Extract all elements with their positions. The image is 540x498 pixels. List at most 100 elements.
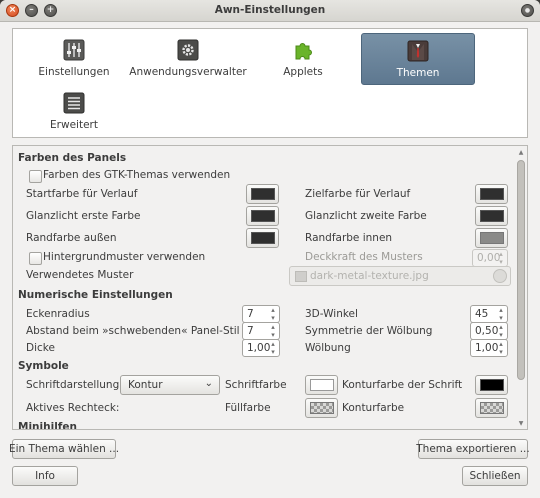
close-button[interactable]: Schließen [462,466,528,486]
spinner-arrows-icon: ▴ ▾ [271,306,275,322]
border-inner-label: Randfarbe innen [305,232,393,244]
spinner-value: 45 [475,308,489,320]
color-swatch [479,188,504,200]
category-applets[interactable]: Applets [246,33,360,85]
spinner-arrows-icon: ▴ ▾ [271,340,275,356]
float-distance-label: Abstand beim »schwebenden« Panel-Stil [26,325,240,337]
scrollbar-thumb[interactable] [517,160,525,380]
spinner-value: 1,00 [475,342,499,354]
font-color-label: Schriftfarbe [225,379,287,391]
gear-box-icon [177,39,199,61]
button-label: Thema exportieren ... [416,443,530,455]
thickness-spinner[interactable]: 1,00 ▴ ▾ [242,339,280,357]
float-distance-spinner[interactable]: 7 ▴ ▾ [242,322,280,340]
font-outline-color-label: Konturfarbe der Schrift [342,379,463,391]
border-outer-button[interactable] [246,228,279,248]
outline-color-button[interactable] [475,398,508,418]
pattern-checkbox-label: Hintergrundmuster verwenden [43,251,206,263]
highlight-first-button[interactable] [246,206,279,226]
image-file-icon [295,271,307,282]
window-title: Awn-Einstellungen [214,4,326,16]
spinner-value: 7 [247,325,254,337]
spinner-arrows-icon: ▴ ▾ [499,306,503,322]
dot-icon: ● [524,6,531,14]
spinner-value: 0,50 [475,325,499,337]
fill-color-button[interactable] [305,398,338,418]
spinner-value: 7 [247,308,254,320]
category-label: Einstellungen [38,66,110,78]
title-bar: × – + Awn-Einstellungen ● [0,0,540,22]
curve-symmetry-label: Symmetrie der Wölbung [305,325,433,337]
chevron-down-icon: ⌄ [204,378,213,389]
pattern-used-label: Verwendetes Muster [26,269,134,281]
spinner-arrows-icon: ▴ ▾ [271,323,275,339]
curvature-spinner[interactable]: 1,00 ▴ ▾ [470,339,508,357]
font-rendering-combo[interactable]: Kontur ⌄ [120,375,220,395]
button-label: Schließen [469,470,521,482]
category-erweitert[interactable]: Erweitert [17,86,131,138]
corner-radius-spinner[interactable]: 7 ▴ ▾ [242,305,280,323]
puzzle-icon [292,39,314,61]
category-label: Anwendungsverwalter [129,66,247,78]
pattern-file-combo[interactable]: dark-metal-texture.jpg [289,266,511,286]
category-label: Applets [283,66,323,78]
category-label: Themen [396,67,440,79]
color-swatch [479,379,504,391]
start-color-button[interactable] [246,184,279,204]
pattern-checkbox[interactable] [29,252,42,265]
checker-swatch-icon [309,402,334,414]
angle-3d-label: 3D-Winkel [305,308,358,320]
angle-3d-spinner[interactable]: 45 ▴ ▾ [470,305,508,323]
curve-symmetry-spinner[interactable]: 0,50 ▴ ▾ [470,322,508,340]
scroll-up-icon[interactable]: ▲ [517,150,525,156]
button-label: Ein Thema wählen ... [8,443,120,455]
border-inner-button[interactable] [475,228,508,248]
target-color-label: Zielfarbe für Verlauf [305,188,411,200]
sliders-icon [63,39,85,61]
choose-theme-button[interactable]: Ein Thema wählen ... [8,439,120,459]
window-menu-button[interactable]: ● [521,4,534,17]
start-color-label: Startfarbe für Verlauf [26,188,138,200]
pattern-opacity-label: Deckkraft des Musters [305,251,423,263]
scroll-down-icon[interactable]: ▼ [517,421,525,427]
suit-icon [407,40,429,62]
font-outline-color-button[interactable] [475,375,508,395]
category-anwendungsverwalter[interactable]: Anwendungsverwalter [129,33,247,85]
corner-radius-label: Eckenradius [26,308,90,320]
button-label: Info [35,470,55,482]
list-icon [63,92,85,114]
export-theme-button[interactable]: Thema exportieren ... [416,439,530,459]
section-title-colors: Farben des Panels [18,152,127,164]
spinner-arrows-icon: ▴ ▾ [499,323,503,339]
section-title-symbols: Symbole [18,360,69,372]
color-swatch [479,232,504,244]
color-swatch [479,210,504,222]
category-themen[interactable]: Themen [361,33,475,85]
color-swatch [309,379,334,391]
spinner-arrows-icon: ▴ ▾ [499,340,503,356]
spinner-value: 1,00 [247,342,271,354]
target-color-button[interactable] [475,184,508,204]
color-swatch [250,188,275,200]
pattern-opacity-spinner[interactable]: 0,00 ▴ ▾ [472,249,508,267]
font-color-button[interactable] [305,375,338,395]
folder-open-icon [493,269,507,283]
spinner-arrows-icon: ▴ ▾ [499,250,503,266]
category-icon-view: Einstellungen Anwendungsverwalter Applet… [12,28,528,138]
combo-value: Kontur [128,379,163,391]
theme-settings-pane: Farben des Panels Farben des GTK-Themas … [12,145,528,430]
active-rect-label: Aktives Rechteck: [26,402,120,414]
fill-color-label: Füllfarbe [225,402,271,414]
info-button[interactable]: Info [12,466,78,486]
color-swatch [250,210,275,222]
category-einstellungen[interactable]: Einstellungen [17,33,131,85]
settings-window: × – + Awn-Einstellungen ● Einstellungen [0,0,540,498]
font-rendering-label: Schriftdarstellung [26,379,120,391]
gtk-colors-checkbox[interactable] [29,170,42,183]
border-outer-label: Randfarbe außen [26,232,117,244]
color-swatch [250,232,275,244]
checker-swatch-icon [479,402,504,414]
highlight-second-button[interactable] [475,206,508,226]
section-title-minihelp: Minihilfen [18,421,77,430]
vertical-scrollbar[interactable]: ▲ ▼ [517,150,525,427]
